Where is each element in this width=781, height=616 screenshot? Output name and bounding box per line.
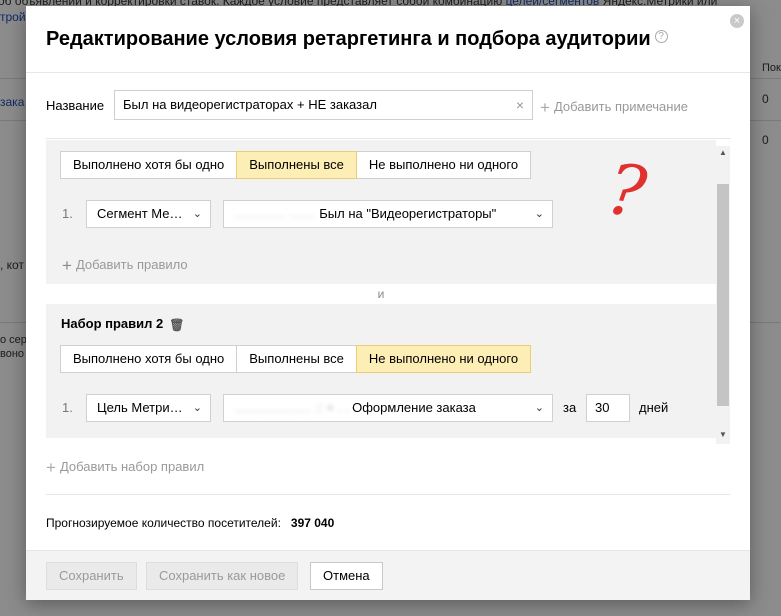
modal-title: Редактирование условия ретаргетинга и по… [46, 28, 668, 51]
forecast-value: 397 040 [290, 516, 335, 530]
trash-icon[interactable]: 🗑 [169, 318, 184, 332]
blurred-text: ……………… :: + . . [234, 400, 349, 415]
name-label: Название [46, 98, 105, 113]
and-separator: и [377, 287, 385, 301]
save-as-new-button[interactable]: Сохранить как новое [146, 562, 299, 590]
rule-type-select[interactable]: Сегмент Ме… ⌄ [86, 200, 211, 228]
ruleset-2-title-text: Набор правил 2 [61, 316, 164, 331]
add-ruleset-label: Добавить набор правил [59, 459, 205, 474]
help-icon[interactable]: ? [654, 30, 668, 43]
blurred-text: ………… …… [234, 206, 316, 221]
modal-footer: Сохранить Сохранить как новое Отмена [26, 550, 750, 600]
cancel-button[interactable]: Отмена [310, 562, 383, 590]
forecast-label: Прогнозируемое количество посетителей: [46, 516, 281, 530]
name-input[interactable]: Был на видеорегистраторах + НЕ заказал × [114, 90, 533, 120]
ruleset-2-condition-switch: Выполнено хотя бы одно Выполнены все Не … [60, 345, 532, 373]
rule-value-text: Оформление заказа [352, 400, 476, 415]
save-button[interactable]: Сохранить [46, 562, 137, 590]
rule-value-select[interactable]: ………… …… Был на "Видеорегистраторы" ⌄ [223, 200, 553, 228]
rule-value-select[interactable]: ……………… :: + . . Оформление заказа ⌄ [223, 394, 553, 422]
scroll-area-divider [46, 138, 731, 139]
plus-icon: + [62, 256, 72, 275]
days-label: дней [639, 400, 669, 415]
ruleset-2: Набор правил 2 🗑 Выполнено хотя бы одно В… [46, 304, 716, 438]
option-any-met[interactable]: Выполнено хотя бы одно [60, 151, 238, 179]
option-all-met[interactable]: Выполнены все [236, 151, 357, 179]
option-none-met[interactable]: Не выполнено ни одного [355, 345, 532, 373]
period-prefix-label: за [563, 400, 577, 415]
header-divider [26, 72, 750, 73]
forecast-divider [46, 494, 730, 495]
scrollbar-thumb[interactable] [717, 184, 729, 406]
chevron-down-icon: ⌄ [192, 402, 202, 414]
ruleset-1-condition-switch: Выполнено хотя бы одно Выполнены все Не … [60, 151, 532, 179]
plus-icon: + [46, 458, 56, 477]
ruleset-2-title: Набор правил 2 🗑 [61, 316, 184, 332]
rule-value-text: Был на "Видеорегистраторы" [319, 206, 497, 221]
days-input[interactable]: 30 [586, 394, 630, 422]
rule-type-select[interactable]: Цель Метри… ⌄ [86, 394, 211, 422]
rule-type-value: Сегмент Ме… [97, 206, 183, 221]
add-note-button[interactable]: + Добавить примечание [540, 98, 688, 118]
add-ruleset-button[interactable]: + Добавить набор правил [46, 458, 204, 478]
rule-number: 1. [62, 206, 73, 221]
add-rule-label: Добавить правило [75, 257, 188, 272]
chevron-down-icon: ⌄ [534, 402, 544, 414]
add-note-label: Добавить примечание [553, 99, 688, 114]
plus-icon: + [540, 98, 550, 117]
forecast-row: Прогнозируемое количество посетителей: 39… [46, 516, 334, 530]
name-input-value: Был на видеорегистраторах + НЕ заказал [123, 97, 377, 112]
rule-number: 1. [62, 400, 73, 415]
option-all-met[interactable]: Выполнены все [236, 345, 357, 373]
scroll-down-icon[interactable]: ▼ [716, 430, 730, 439]
option-any-met[interactable]: Выполнено хотя бы одно [60, 345, 238, 373]
add-rule-button[interactable]: + Добавить правило [62, 256, 188, 276]
scroll-up-icon[interactable]: ▲ [716, 148, 730, 157]
retargeting-modal: × Редактирование условия ретаргетинга и … [26, 6, 750, 600]
option-none-met[interactable]: Не выполнено ни одного [355, 151, 532, 179]
chevron-down-icon: ⌄ [534, 208, 544, 220]
modal-title-text: Редактирование условия ретаргетинга и по… [46, 28, 651, 50]
rule-type-value: Цель Метри… [97, 400, 183, 415]
close-icon[interactable]: × [730, 14, 744, 28]
chevron-down-icon: ⌄ [192, 208, 202, 220]
rulesets-scrollbar[interactable]: ▲ ▼ [716, 146, 730, 444]
clear-icon[interactable]: × [516, 91, 524, 119]
